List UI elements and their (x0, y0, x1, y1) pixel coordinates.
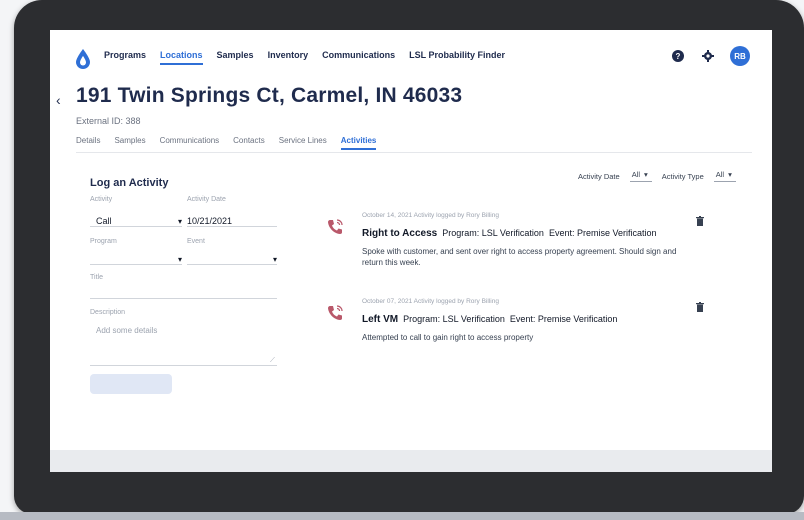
title-input[interactable] (90, 286, 277, 299)
location-tabs: Details Samples Communications Contacts … (76, 136, 377, 150)
top-nav: Programs Locations Samples Inventory Com… (50, 30, 772, 82)
activity-date-filter-label: Activity Date (578, 171, 620, 181)
page-title: 191 Twin Springs Ct, Carmel, IN 46033 (76, 84, 463, 107)
activity-date-value: 10/21/2021 (187, 216, 233, 226)
nav-item-communications[interactable]: Communications (322, 50, 395, 65)
activity-title-row: Left VM Program: LSL Verification Event:… (362, 314, 617, 325)
user-avatar[interactable]: RB (730, 46, 750, 66)
tab-contacts[interactable]: Contacts (233, 136, 265, 150)
gear-icon[interactable] (700, 48, 716, 64)
nav-item-programs[interactable]: Programs (104, 50, 146, 65)
program-select[interactable]: ▾ (90, 252, 182, 265)
activity-description: Spoke with customer, and sent over right… (362, 247, 677, 267)
nav-item-locations[interactable]: Locations (160, 50, 203, 65)
phone-call-icon (328, 305, 343, 320)
description-placeholder: Add some details (96, 326, 158, 335)
activity-filters: Activity Date All ▾ Activity Type All ▾ (578, 170, 736, 182)
tabs-divider (76, 152, 752, 153)
activity-date-filter-select[interactable]: All ▾ (629, 170, 652, 182)
tab-samples[interactable]: Samples (114, 136, 145, 150)
nav-item-samples[interactable]: Samples (217, 50, 254, 65)
trash-icon[interactable] (696, 302, 704, 312)
nav-item-inventory[interactable]: Inventory (268, 50, 309, 65)
activity-select[interactable]: Call ▾ (90, 212, 182, 227)
activity-type-filter-value: All (715, 170, 725, 179)
activity-event: Event: Premise Verification (509, 314, 618, 324)
chevron-down-icon: ▾ (728, 170, 732, 179)
chevron-down-icon: ▾ (644, 170, 648, 179)
activity-meta: October 14, 2021 Activity logged by Rory… (362, 212, 499, 219)
phone-call-icon (328, 219, 343, 234)
app-screen: Programs Locations Samples Inventory Com… (50, 30, 772, 472)
activity-title: Right to Access (362, 228, 438, 239)
chevron-down-icon: ▾ (177, 217, 182, 226)
external-id: External ID: 388 (76, 116, 141, 126)
nav-links: Programs Locations Samples Inventory Com… (104, 50, 505, 65)
activity-type-filter-label: Activity Type (661, 171, 704, 181)
svg-text:?: ? (676, 52, 681, 61)
activity-date-input[interactable]: 10/21/2021 (187, 212, 277, 227)
tab-activities[interactable]: Activities (340, 136, 377, 150)
chevron-down-icon: ▾ (272, 255, 277, 264)
activity-select-value: Call (96, 216, 112, 226)
help-icon[interactable]: ? (670, 48, 686, 64)
nav-item-lsl-probability-finder[interactable]: LSL Probability Finder (409, 50, 505, 65)
event-select[interactable]: ▾ (187, 252, 277, 265)
activity-date-filter-value: All (631, 170, 641, 179)
activity-field-label: Activity (90, 196, 113, 203)
activity-title: Left VM (362, 314, 399, 325)
activity-item: October 14, 2021 Activity logged by Rory… (326, 212, 726, 282)
tab-details[interactable]: Details (76, 136, 100, 150)
description-field-label: Description (90, 309, 126, 316)
activity-event: Event: Premise Verification (548, 228, 657, 238)
water-drop-logo-icon[interactable] (74, 48, 92, 70)
log-activity-title: Log an Activity (90, 177, 169, 189)
tab-communications[interactable]: Communications (160, 136, 220, 150)
submit-activity-button[interactable] (90, 374, 172, 394)
activity-title-row: Right to Access Program: LSL Verificatio… (362, 228, 657, 239)
activity-type-filter-select[interactable]: All ▾ (713, 170, 736, 182)
laptop-base (0, 512, 804, 520)
chevron-down-icon: ▾ (177, 255, 182, 264)
activity-meta: October 07, 2021 Activity logged by Rory… (362, 298, 499, 305)
activity-description: Attempted to call to gain right to acces… (362, 333, 534, 342)
screen-bottom-bar (50, 450, 772, 472)
back-chevron-icon[interactable]: ‹ (56, 92, 61, 108)
program-field-label: Program (90, 238, 117, 245)
activity-program: Program: LSL Verification (403, 314, 505, 324)
description-textarea[interactable]: Add some details (90, 326, 277, 366)
activity-item: October 07, 2021 Activity logged by Rory… (326, 298, 726, 358)
event-field-label: Event (187, 238, 205, 245)
title-field-label: Title (90, 274, 103, 281)
activity-date-field-label: Activity Date (187, 196, 226, 203)
trash-icon[interactable] (696, 216, 704, 226)
activity-program: Program: LSL Verification (442, 228, 544, 238)
nav-right: ? RB (670, 46, 750, 66)
tab-service-lines[interactable]: Service Lines (279, 136, 327, 150)
resize-handle-icon[interactable]: ⟋ (270, 357, 275, 365)
